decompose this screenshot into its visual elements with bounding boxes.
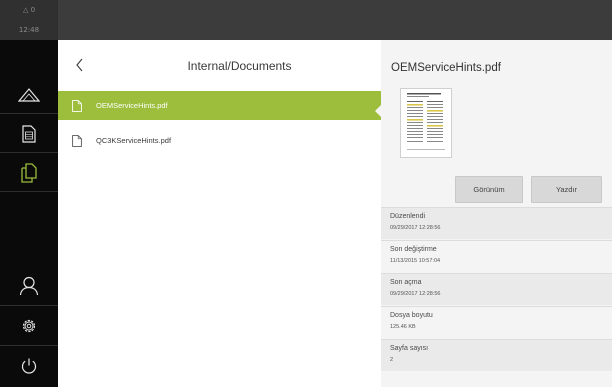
- info-value: 09/29/2017 12:28:56: [390, 225, 441, 231]
- info-row-file-size: Dosya boyutu 125.46 KB: [381, 306, 612, 338]
- info-label: Sayfa sayısı: [390, 345, 429, 352]
- file-icon: [72, 99, 82, 112]
- sidebar: △ 0 12:48: [0, 0, 58, 387]
- file-row-qc3kservicehints[interactable]: QC3KServiceHints.pdf: [58, 126, 381, 155]
- sidebar-item-user[interactable]: [0, 266, 58, 306]
- warning-status[interactable]: △ 0: [0, 6, 58, 15]
- sidebar-divider: [0, 191, 58, 192]
- list-header: Internal/Documents: [58, 40, 381, 90]
- sidebar-item-file-manager[interactable]: [0, 153, 58, 193]
- file-icon: [72, 134, 82, 147]
- settings-gear-icon: [22, 319, 36, 333]
- info-label: Dosya boyutu: [390, 312, 433, 319]
- file-list-panel: Internal/Documents OEMServiceHints.pdf Q…: [58, 40, 381, 387]
- top-bar: [58, 0, 612, 40]
- sidebar-item-measure[interactable]: [0, 75, 58, 115]
- sidebar-item-power[interactable]: [0, 346, 58, 386]
- warning-count: 0: [30, 6, 36, 14]
- sidebar-item-documents[interactable]: [0, 114, 58, 154]
- info-value: 2: [390, 357, 394, 363]
- measure-triangle-icon: [18, 88, 40, 102]
- info-label: Son değiştirme: [390, 246, 437, 253]
- view-button[interactable]: Görünüm: [455, 176, 523, 203]
- power-icon: [21, 358, 37, 374]
- file-row-oemservicehints[interactable]: OEMServiceHints.pdf: [58, 91, 381, 120]
- info-row-edited: Düzenlendi 09/29/2017 12:28:56: [381, 207, 612, 239]
- file-manager-icon: [21, 163, 37, 183]
- info-row-last-modified: Son değiştirme 11/13/2015 10:57:04: [381, 240, 612, 272]
- status-area: △ 0 12:48: [0, 0, 58, 40]
- sidebar-item-settings[interactable]: [0, 306, 58, 346]
- document-icon: [22, 125, 36, 143]
- info-label: Son açma: [390, 279, 422, 286]
- info-value: 125.46 KB: [390, 324, 416, 330]
- file-name: QC3KServiceHints.pdf: [96, 136, 172, 145]
- pdf-preview-icon: [407, 93, 445, 150]
- warning-triangle-icon: △: [22, 6, 29, 14]
- info-row-last-opened: Son açma 09/29/2017 12:28:56: [381, 273, 612, 305]
- info-label: Düzenlendi: [390, 213, 426, 220]
- folder-path-title: Internal/Documents: [187, 59, 292, 73]
- document-thumbnail[interactable]: [400, 88, 452, 158]
- info-row-page-count: Sayfa sayısı 2: [381, 339, 612, 371]
- detail-title: OEMServiceHints.pdf: [391, 62, 501, 74]
- clock: 12:48: [18, 26, 40, 34]
- file-name: OEMServiceHints.pdf: [96, 101, 168, 110]
- print-button[interactable]: Yazdır: [531, 176, 602, 203]
- file-detail-panel: OEMServiceHints.pdf Görünüm Yazdır Düzen…: [381, 40, 612, 387]
- info-value: 11/13/2015 10:57:04: [390, 258, 441, 264]
- user-icon: [19, 276, 39, 296]
- back-chevron-icon[interactable]: [72, 56, 88, 74]
- info-value: 09/29/2017 12:28:56: [390, 291, 441, 297]
